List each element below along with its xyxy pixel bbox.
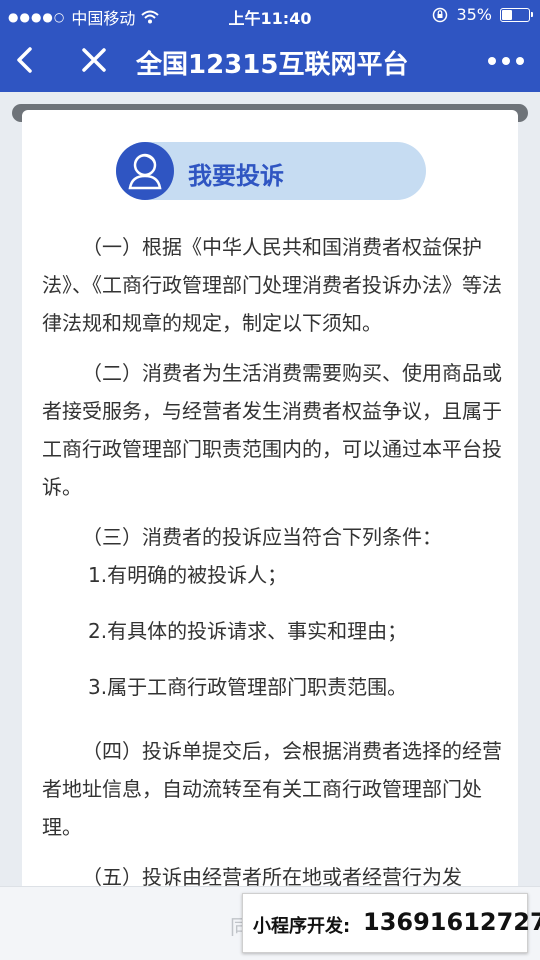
chevron-left-icon [17, 47, 32, 73]
notice-paragraph-2: （二）消费者为生活消费需要购买、使用商品或者接受服务，与经营者发生消费者权益争议… [42, 361, 502, 499]
promo-label: 小程序开发: [253, 916, 351, 937]
promo-phone: 13691612727 [363, 908, 540, 936]
battery-percent: 35% [456, 5, 492, 24]
user-avatar-icon [128, 153, 162, 190]
notice-paragraph-1: （一）根据《中华人民共和国消费者权益保护法》、《工商行政管理部门处理消费者投诉办… [42, 235, 502, 335]
condition-item: 2.有具体的投诉请求、事实和理由； [88, 619, 408, 643]
battery-icon [500, 7, 533, 22]
notice-content: （一）根据《中华人民共和国消费者权益保护法》、《工商行政管理部门处理消费者投诉办… [42, 228, 502, 896]
battery-fill [502, 9, 512, 20]
notice-card: 我要投诉 （一）根据《中华人民共和国消费者权益保护法》、《工商行政管理部门处理消… [22, 110, 518, 960]
status-bar: ●●●●○ 中国移动 上午11:40 35% [0, 0, 540, 30]
back-button[interactable] [8, 42, 44, 78]
conditions-list: 1.有明确的被投诉人； 2.有具体的投诉请求、事实和理由； 3.属于工商行政管理… [42, 556, 502, 706]
condition-item: 3.属于工商行政管理部门职责范围。 [88, 675, 408, 699]
complain-label: 我要投诉 [188, 162, 284, 190]
avatar [116, 142, 174, 200]
more-button[interactable] [486, 46, 526, 76]
status-right: 35% [432, 5, 533, 24]
orientation-lock-icon [433, 7, 448, 22]
page-title: 全国12315互联网平台 [136, 50, 409, 80]
close-button[interactable] [76, 42, 112, 78]
close-icon [82, 48, 106, 72]
complain-pill[interactable]: 我要投诉 [116, 142, 426, 200]
notice-paragraph-3: （三）消费者的投诉应当符合下列条件： [82, 525, 442, 549]
notice-paragraph-4: （四）投诉单提交后，会根据消费者选择的经营者地址信息，自动流转至有关工商行政管理… [42, 739, 502, 839]
promo-watermark: 小程序开发: 13691612727 [242, 893, 540, 953]
more-dots-icon [488, 57, 524, 65]
condition-item: 1.有明确的被投诉人； [88, 563, 288, 587]
nav-bar: 全国12315互联网平台 [0, 30, 540, 92]
